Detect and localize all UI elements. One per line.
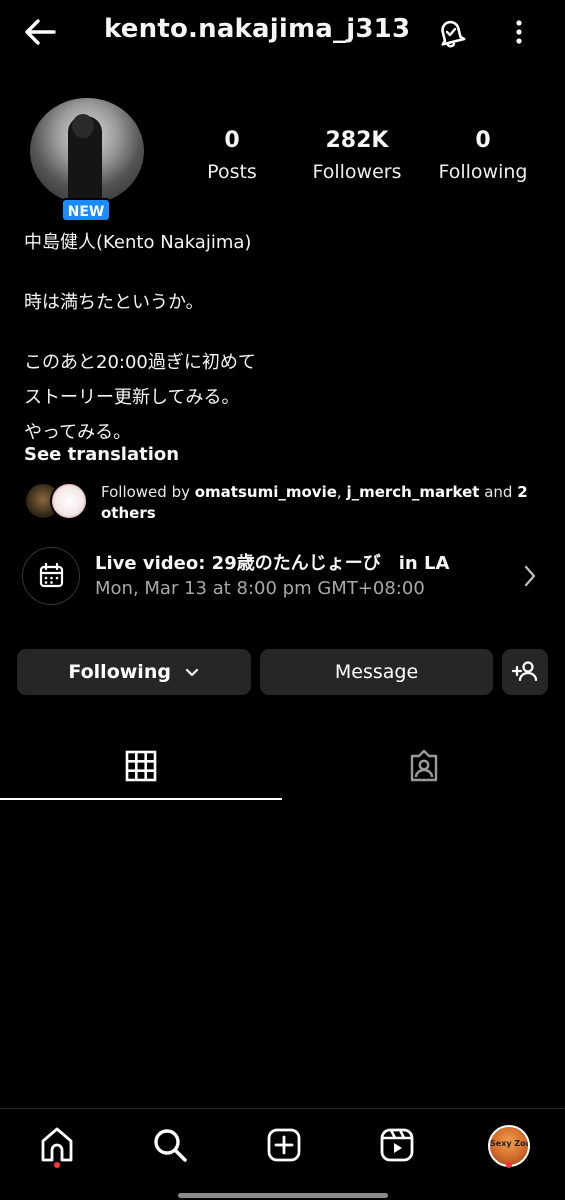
reels-icon: [380, 1128, 414, 1162]
followers-label: Followers: [312, 161, 402, 183]
profile-avatar[interactable]: [30, 98, 144, 212]
posts-count: 0: [224, 128, 240, 153]
chevron-right-icon: [519, 563, 541, 589]
profile-avatar-logo-text: Sexy Zone: [490, 1139, 528, 1148]
message-button[interactable]: Message: [260, 649, 493, 695]
following-button-label: Following: [68, 661, 171, 683]
bottom-navigation: Sexy Zone: [0, 1108, 565, 1200]
see-translation-link[interactable]: See translation: [24, 444, 179, 465]
nav-create[interactable]: [264, 1125, 304, 1165]
top-bar: kento.nakajima_j313: [0, 0, 565, 64]
tab-tagged[interactable]: [283, 738, 565, 800]
search-icon: [154, 1129, 187, 1162]
posts-stat: 0 Posts: [196, 128, 268, 183]
mutual-user-link[interactable]: j_merch_market: [346, 483, 479, 501]
mutual-avatar: [50, 482, 88, 520]
nav-search[interactable]: [150, 1125, 190, 1165]
followers-count: 282K: [325, 128, 389, 153]
back-button[interactable]: [20, 14, 60, 50]
nav-reels[interactable]: [377, 1125, 417, 1165]
nav-home[interactable]: [37, 1125, 77, 1165]
following-label: Following: [438, 161, 528, 183]
home-icon: [41, 1127, 73, 1162]
bio-line: ストーリー更新してみる。: [24, 387, 240, 408]
bio-line: 時は満ちたというか。: [24, 292, 204, 313]
active-tab-indicator: [0, 798, 282, 800]
suggested-users-button[interactable]: [502, 649, 548, 695]
event-icon-circle: [22, 547, 80, 605]
add-person-icon: [511, 661, 538, 682]
tagged-icon: [410, 749, 438, 782]
mutual-followers[interactable]: Followed by omatsumi_movie, j_merch_mark…: [24, 480, 554, 524]
mutual-followers-text: Followed by omatsumi_movie, j_merch_mark…: [101, 483, 528, 522]
followers-stat[interactable]: 282K Followers: [306, 128, 408, 183]
more-options-button[interactable]: [505, 14, 533, 50]
bell-check-icon: [441, 20, 466, 48]
following-count: 0: [475, 128, 491, 153]
posts-label: Posts: [207, 161, 257, 183]
profile-username: kento.nakajima_j313: [104, 14, 411, 44]
event-title: Live video: 29歳のたんじょーび in LA: [95, 553, 450, 574]
bio-display-name: 中島健人(Kento Nakajima): [24, 232, 252, 253]
event-datetime: Mon, Mar 13 at 8:00 pm GMT+08:00: [95, 578, 425, 599]
profile-tabs: [0, 738, 565, 800]
notifications-button[interactable]: [432, 13, 470, 51]
more-vertical-icon: [516, 20, 522, 44]
calendar-icon: [39, 562, 63, 587]
system-home-indicator[interactable]: [178, 1193, 388, 1198]
grid-icon: [125, 750, 157, 782]
profile-notification-dot: [506, 1162, 512, 1168]
nav-profile[interactable]: Sexy Zone: [488, 1125, 530, 1167]
chevron-down-icon: [185, 668, 198, 676]
avatar-image: [30, 98, 144, 204]
create-icon: [267, 1128, 301, 1162]
bio-line: このあと20:00過ぎに初めて: [24, 352, 256, 373]
bio-line: やってみる。: [24, 422, 132, 443]
following-stat[interactable]: 0 Following: [432, 128, 534, 183]
scheduled-live-event[interactable]: Live video: 29歳のたんじょーび in LA Mon, Mar 13…: [22, 545, 552, 607]
arrow-left-icon: [25, 19, 56, 45]
tab-posts-grid[interactable]: [0, 738, 282, 800]
mutual-user-link[interactable]: omatsumi_movie: [195, 483, 337, 501]
new-story-badge: NEW: [61, 198, 111, 222]
home-notification-dot: [54, 1162, 60, 1168]
following-button[interactable]: Following: [17, 649, 251, 695]
